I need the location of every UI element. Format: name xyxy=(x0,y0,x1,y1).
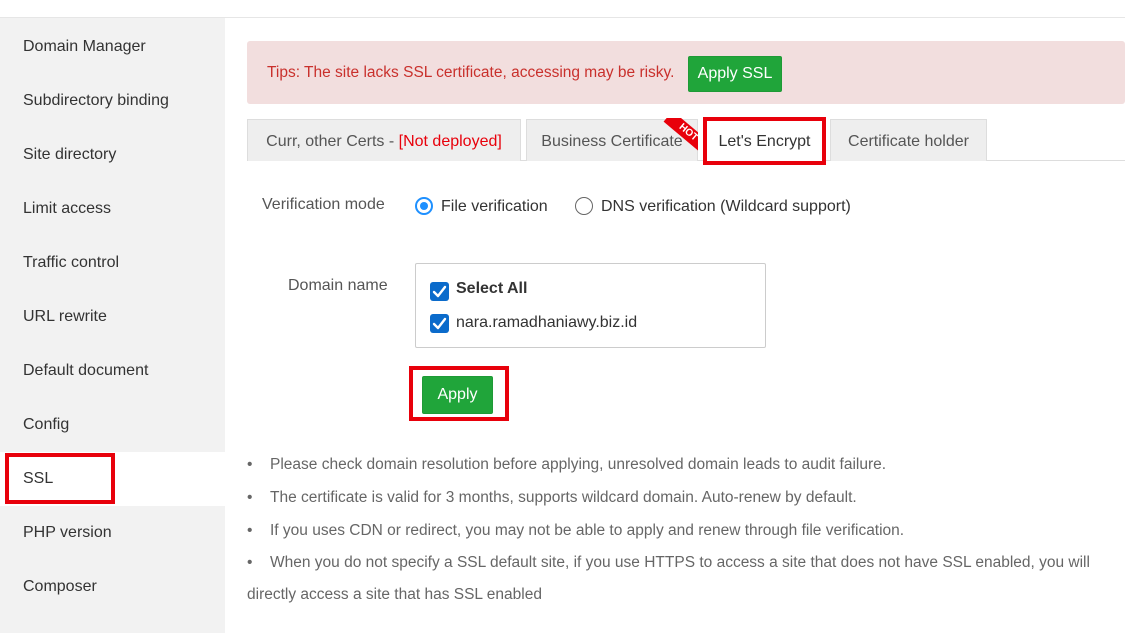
sidebar-item-php-version[interactable]: PHP version xyxy=(0,506,225,560)
tab-label: Certificate holder xyxy=(848,133,969,150)
list-item: • If you uses CDN or redirect, you may no… xyxy=(247,522,905,539)
domain-list: Select All nara.ramadhaniawy.biz.id xyxy=(415,263,766,348)
tab-current-other-certs[interactable]: Curr, other Certs - [Not deployed] xyxy=(247,119,521,161)
sidebar: Domain Manager Subdirectory binding Site… xyxy=(0,18,225,633)
verification-mode-label: Verification mode xyxy=(262,196,385,213)
file-verification-radio[interactable] xyxy=(415,197,433,215)
sidebar-item-subdirectory-binding[interactable]: Subdirectory binding xyxy=(0,74,225,128)
apply-ssl-button[interactable]: Apply SSL xyxy=(688,56,782,92)
tab-certificate-holder[interactable]: Certificate holder xyxy=(830,119,987,161)
apply-highlight-box xyxy=(409,366,509,421)
domain-checkbox[interactable] xyxy=(430,314,449,333)
domain-label[interactable]: nara.ramadhaniawy.biz.id xyxy=(456,314,637,332)
list-item: • Please check domain resolution before a… xyxy=(247,456,887,473)
not-deployed-status: [Not deployed] xyxy=(398,133,502,150)
lets-encrypt-highlight-box xyxy=(703,117,826,165)
top-bar xyxy=(0,0,1125,18)
sidebar-item-config[interactable]: Config xyxy=(0,398,225,452)
file-verification-label[interactable]: File verification xyxy=(441,198,548,216)
select-all-checkbox[interactable] xyxy=(430,282,449,301)
list-item: • When you do not specify a SSL default s… xyxy=(247,554,1090,571)
sidebar-item-default-document[interactable]: Default document xyxy=(0,344,225,398)
domain-name-label: Domain name xyxy=(288,277,388,294)
tab-label: Curr, other Certs - xyxy=(266,133,399,150)
ssl-highlight-box xyxy=(5,453,115,504)
check-icon xyxy=(432,317,447,330)
sidebar-item-traffic-control[interactable]: Traffic control xyxy=(0,236,225,290)
list-item-continuation: directly access a site that has SSL enab… xyxy=(247,586,542,603)
sidebar-item-limit-access[interactable]: Limit access xyxy=(0,182,225,236)
sidebar-item-site-directory[interactable]: Site directory xyxy=(0,128,225,182)
tips-text: Tips: The site lacks SSL certificate, ac… xyxy=(267,64,675,81)
select-all-label[interactable]: Select All xyxy=(456,280,527,298)
dns-verification-label[interactable]: DNS verification (Wildcard support) xyxy=(601,198,851,216)
sidebar-item-domain-manager[interactable]: Domain Manager xyxy=(0,20,225,74)
ssl-tips-banner: Tips: The site lacks SSL certificate, ac… xyxy=(247,41,1125,104)
sidebar-item-composer[interactable]: Composer xyxy=(0,560,225,614)
hot-badge: HOT xyxy=(662,118,698,154)
list-item: • The certificate is valid for 3 months, … xyxy=(247,489,857,506)
sidebar-item-url-rewrite[interactable]: URL rewrite xyxy=(0,290,225,344)
check-icon xyxy=(432,285,447,298)
dns-verification-radio[interactable] xyxy=(575,197,593,215)
